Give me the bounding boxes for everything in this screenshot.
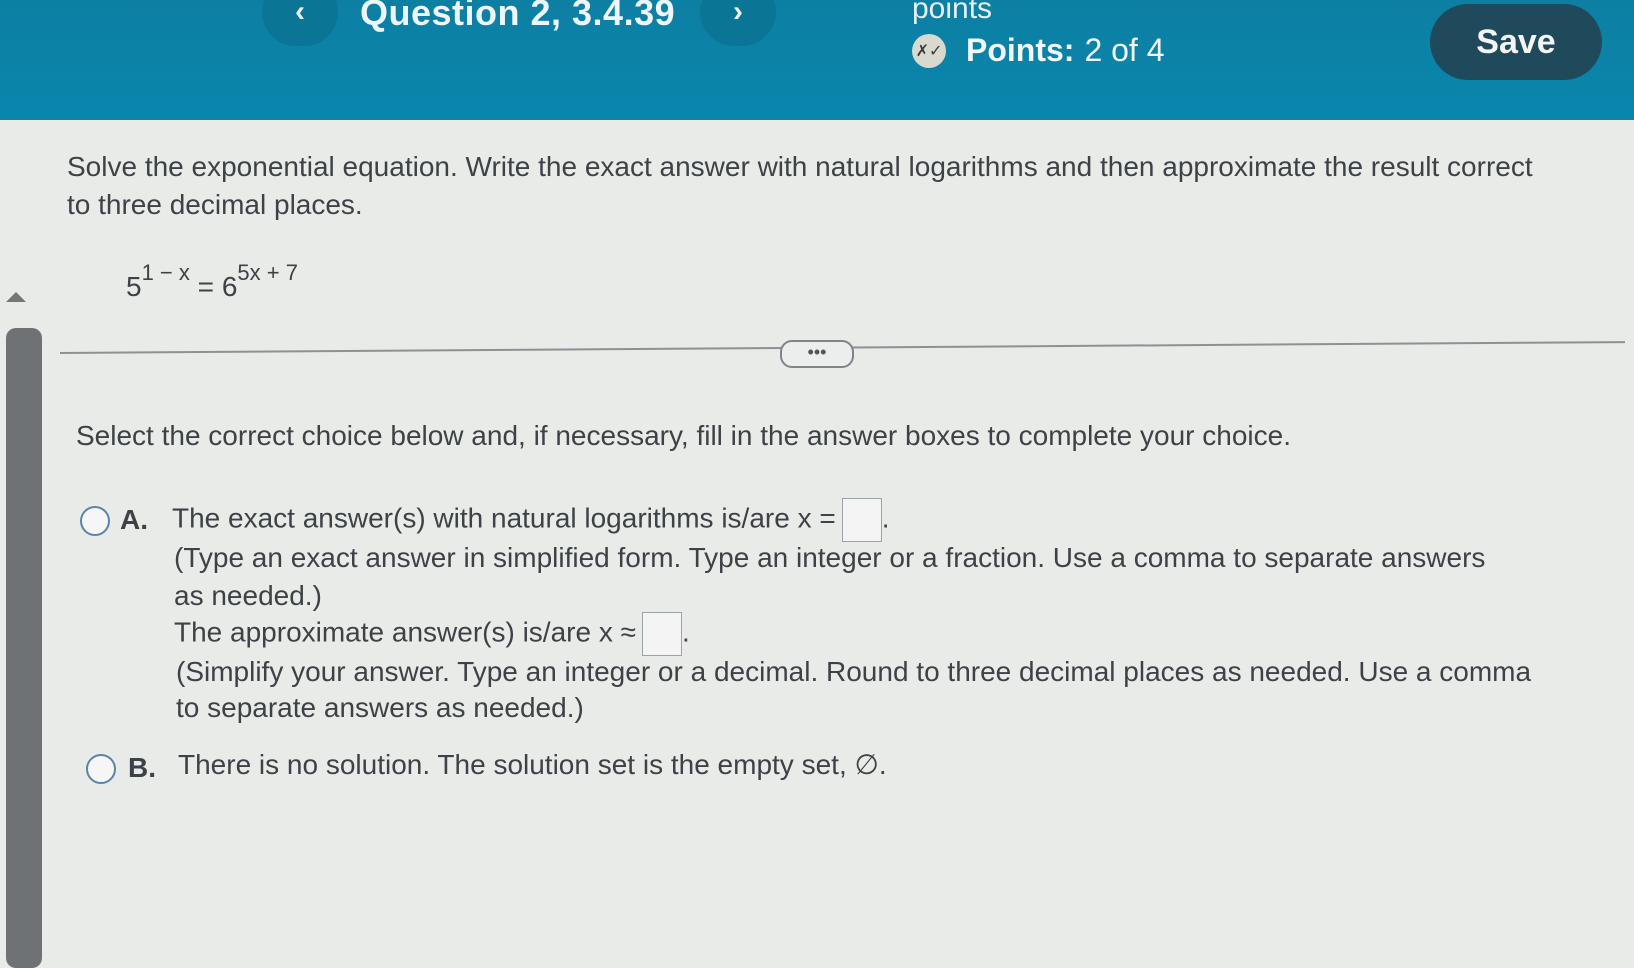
approx-answer-label: The approximate answer(s) is/are x ≈ bbox=[174, 616, 636, 648]
choice-a-approx-line: The approximate answer(s) is/are x ≈. bbox=[174, 612, 690, 656]
instruction-text: Select the correct choice below and, if … bbox=[76, 420, 1291, 451]
choice-a-radio[interactable] bbox=[80, 506, 110, 536]
previous-question-button[interactable]: ‹ bbox=[262, 0, 338, 46]
choice-b-radio[interactable] bbox=[86, 754, 116, 784]
partial-credit-icon: ✗✓ bbox=[912, 33, 946, 68]
equation-exponent-left: 1 − x bbox=[141, 260, 190, 285]
choice-a-exact-line: The exact answer(s) with natural logarit… bbox=[172, 498, 889, 542]
more-options-button[interactable]: ••• bbox=[780, 340, 854, 368]
exact-hint-line-1: (Type an exact answer in simplified form… bbox=[174, 542, 1486, 573]
approx-hint-line-2: to separate answers as needed.) bbox=[176, 692, 584, 723]
equation-exponent-right: 5x + 7 bbox=[237, 260, 298, 285]
points-value: 2 of 4 bbox=[1084, 32, 1165, 68]
top-bar: ‹ Question 2, 3.4.39 › points ✗✓ Points:… bbox=[0, 0, 1634, 120]
points-status: ✗✓ Points: 2 of 4 bbox=[912, 32, 1165, 69]
next-question-button[interactable]: › bbox=[700, 0, 776, 46]
points-label: Points: bbox=[966, 32, 1075, 68]
choice-b-letter: B. bbox=[128, 752, 156, 783]
question-title: Question 2, 3.4.39 bbox=[360, 0, 676, 33]
equation-base-right: 6 bbox=[221, 271, 238, 302]
equation-base-left: 5 bbox=[126, 271, 142, 302]
question-content: Solve the exponential equation. Write th… bbox=[0, 120, 1634, 956]
exact-answer-label: The exact answer(s) with natural logarit… bbox=[172, 502, 836, 534]
approx-answer-input[interactable] bbox=[641, 612, 682, 656]
points-caption: points bbox=[912, 0, 993, 25]
chevron-left-icon: ‹ bbox=[295, 0, 305, 28]
question-prompt: Solve the exponential equation. Write th… bbox=[67, 151, 1533, 220]
equation: 51 − x = 65x + 7 bbox=[126, 260, 298, 303]
choice-b-text: There is no solution. The solution set i… bbox=[178, 749, 887, 780]
chevron-right-icon: › bbox=[733, 0, 743, 28]
exact-hint-line-2: as needed.) bbox=[174, 580, 322, 611]
approx-hint-line-1: (Simplify your answer. Type an integer o… bbox=[176, 656, 1532, 687]
exact-answer-input[interactable] bbox=[841, 498, 882, 542]
save-button[interactable]: Save bbox=[1430, 4, 1602, 80]
choice-a-letter: A. bbox=[120, 504, 148, 535]
equation-equals: = bbox=[197, 271, 215, 302]
